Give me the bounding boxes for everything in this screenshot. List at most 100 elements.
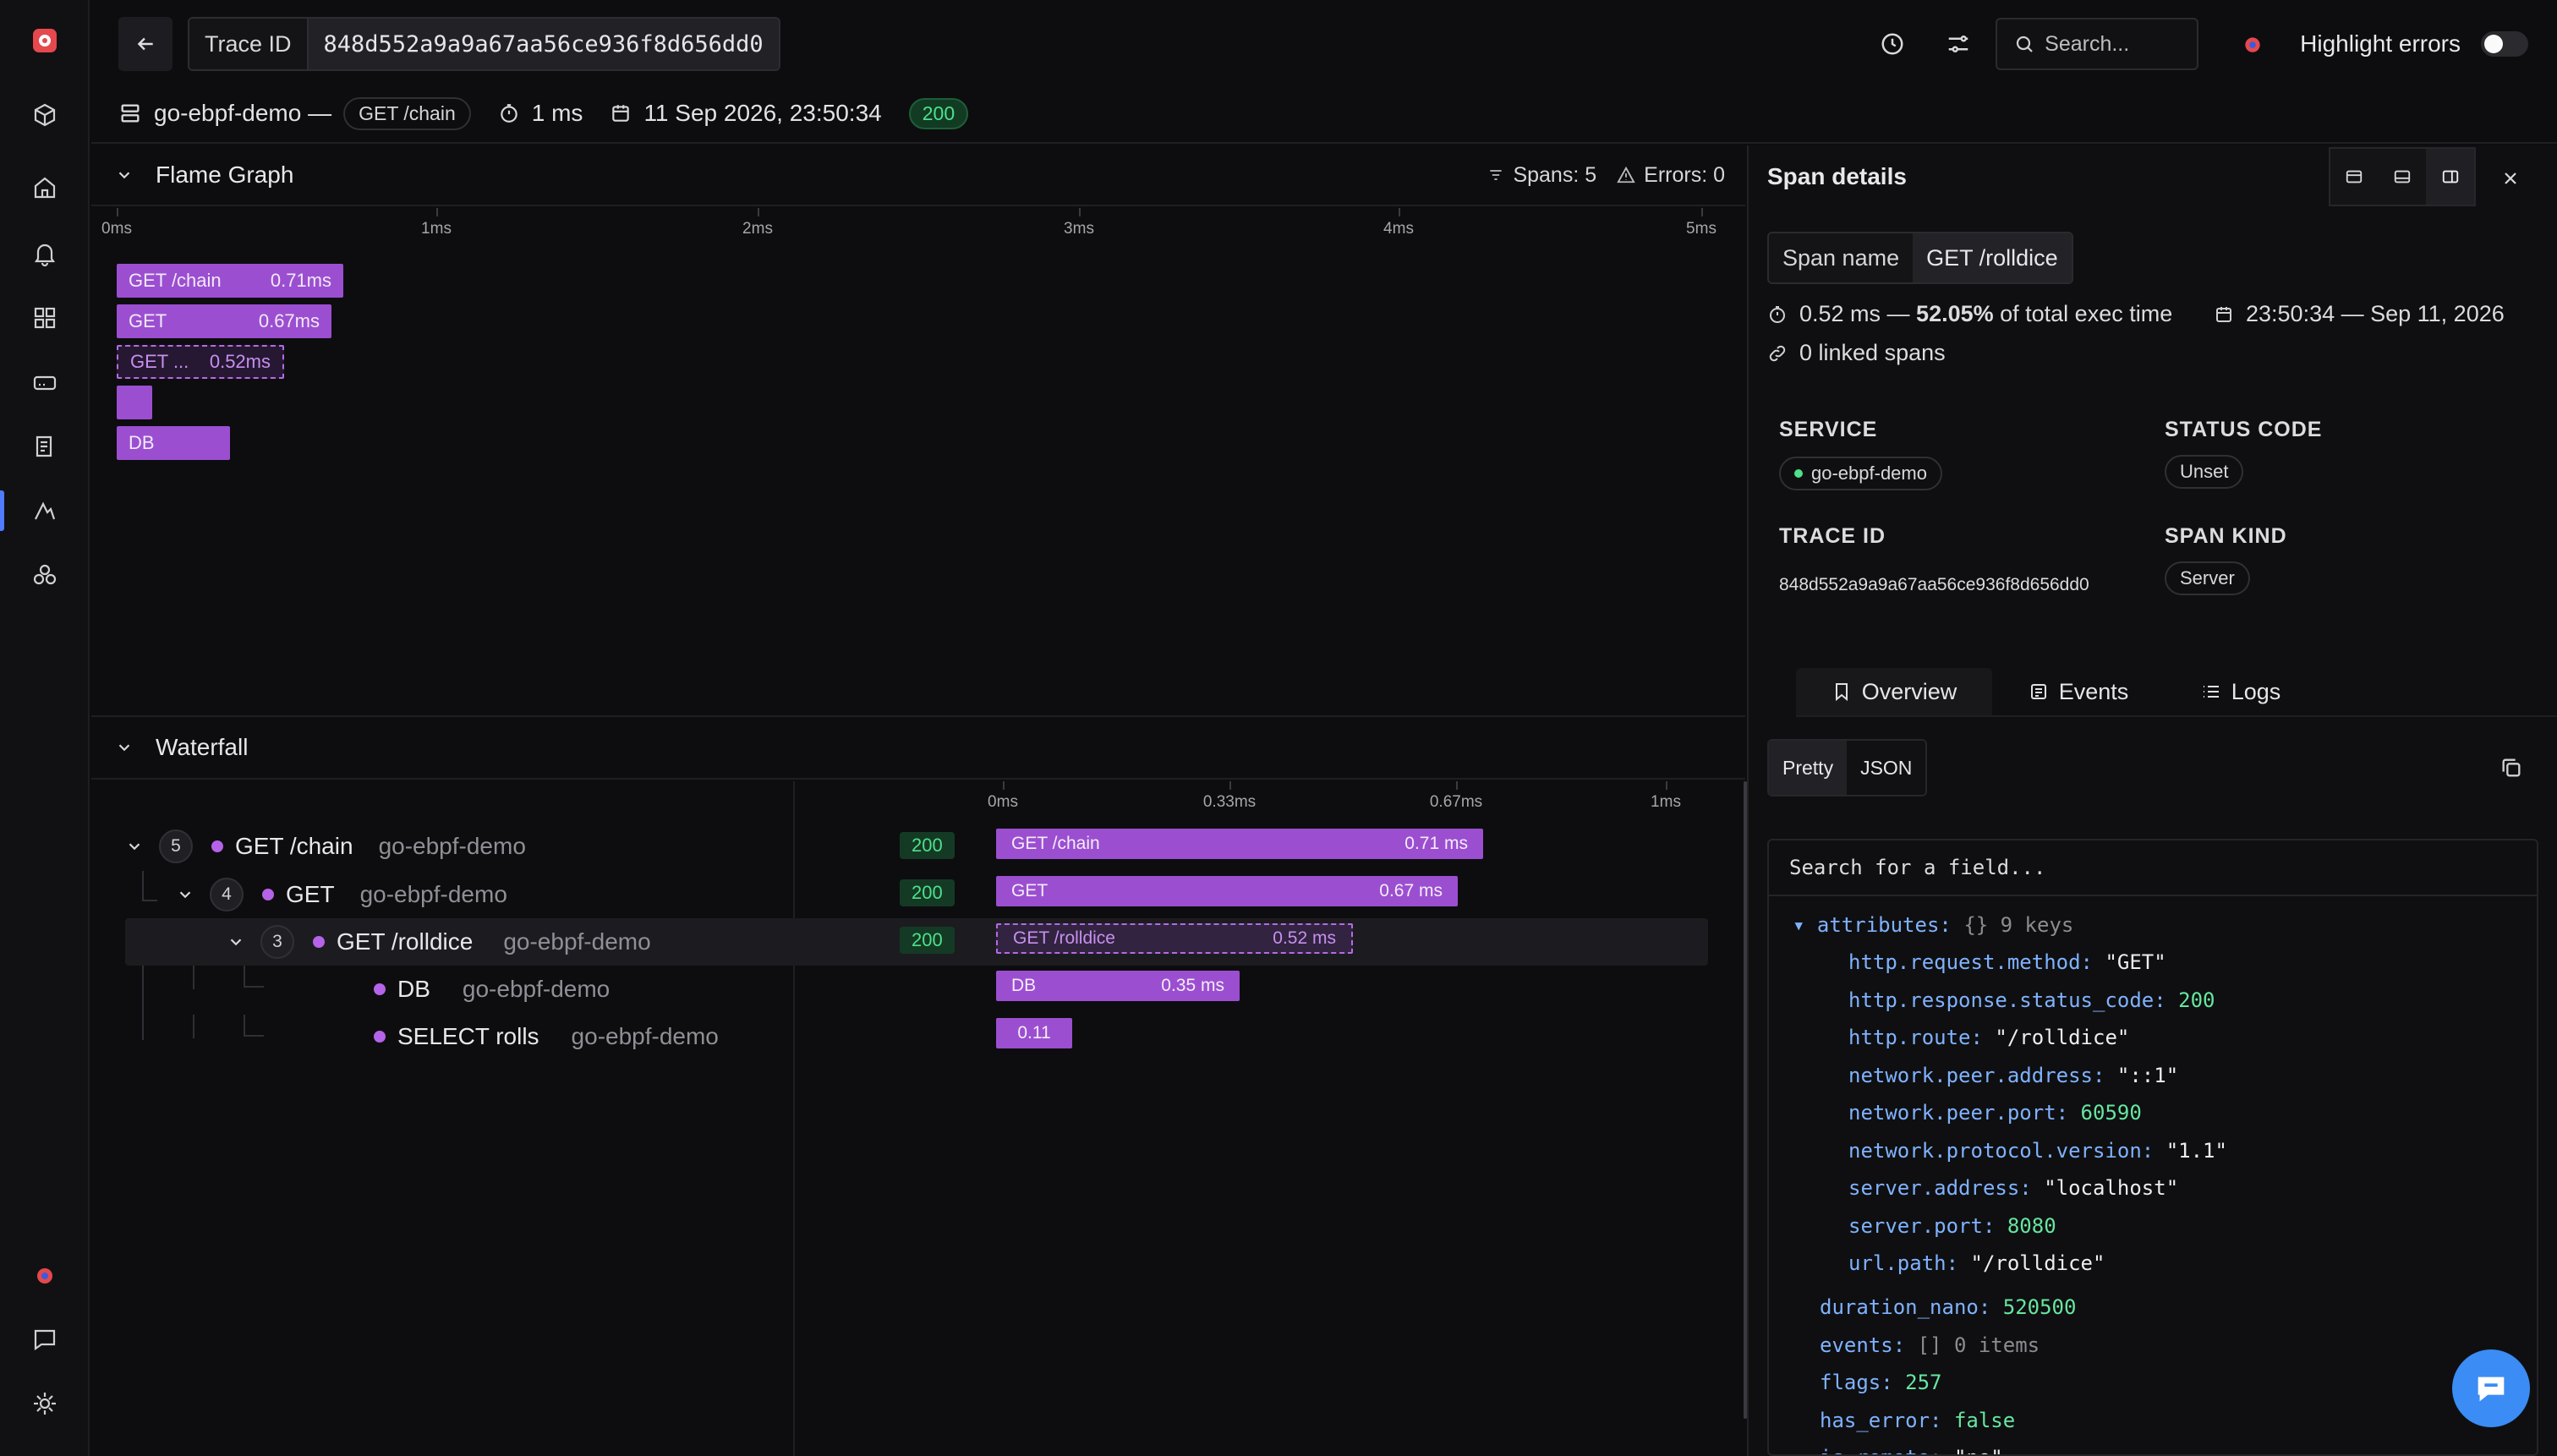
- search-placeholder: Search...: [2045, 31, 2130, 56]
- flame-bar[interactable]: [117, 386, 152, 419]
- field-search-input[interactable]: Search for a field...: [1769, 840, 2537, 896]
- waterfall-bar[interactable]: DB 0.35 ms: [996, 971, 1240, 1001]
- layout-right-icon[interactable]: [2426, 149, 2475, 205]
- waterfall-bar[interactable]: GET /chain 0.71 ms: [996, 829, 1483, 859]
- format-toggle: Pretty JSON: [1767, 739, 1928, 796]
- trace-meta: go-ebpf-demo — GET /chain 1 ms 11 Sep 20…: [118, 95, 969, 132]
- logs-icon[interactable]: [28, 430, 62, 463]
- tree-line: [142, 900, 157, 901]
- tab-overview-label: Overview: [1861, 678, 1957, 704]
- close-icon[interactable]: [2493, 161, 2528, 196]
- trace-duration: 1 ms: [531, 100, 583, 126]
- chevron-down-icon[interactable]: [176, 885, 194, 904]
- json-field-row[interactable]: has_error: false: [1820, 1409, 2015, 1432]
- json-attributes-row[interactable]: ▾ attributes: {} 9 keys: [1793, 913, 2073, 937]
- waterfall-bar[interactable]: 0.11: [996, 1018, 1072, 1048]
- span-name-label: Span name: [1769, 233, 1914, 282]
- json-attribute-row[interactable]: server.address: "localhost": [1848, 1176, 2178, 1200]
- trace-id-value[interactable]: 848d552a9a9a67aa56ce936f8d656dd0: [1779, 575, 2089, 595]
- chat-button[interactable]: [2452, 1349, 2530, 1427]
- tab-overview[interactable]: Overview: [1796, 668, 1992, 715]
- settings-gear-icon[interactable]: [28, 1387, 62, 1420]
- json-attribute-row[interactable]: network.peer.address: "::1": [1848, 1064, 2178, 1087]
- span-kind-label: SPAN KIND: [2165, 524, 2287, 548]
- trace-id-label: Trace ID: [189, 19, 309, 69]
- server-icon: [121, 104, 140, 123]
- service-dot: [313, 936, 325, 948]
- spans-count-text: Spans: 5: [1513, 162, 1597, 187]
- flame-tick: 2ms: [742, 220, 773, 238]
- calendar-icon: [612, 105, 630, 122]
- timeline-icon[interactable]: [1872, 24, 1913, 64]
- span-row[interactable]: SELECT rolls go-ebpf-demo: [374, 1013, 881, 1060]
- waterfall-header[interactable]: Waterfall: [91, 715, 1745, 780]
- json-attribute-row[interactable]: http.response.status_code: 200: [1848, 988, 2215, 1012]
- linked-spans[interactable]: 0 linked spans: [1767, 340, 1946, 366]
- chevron-down-icon[interactable]: [125, 837, 144, 856]
- stopwatch-icon: [501, 104, 517, 123]
- waterfall-tick: 1ms: [1651, 793, 1681, 811]
- highlight-errors-toggle[interactable]: [2481, 31, 2528, 57]
- chevron-down-icon[interactable]: [115, 738, 134, 757]
- span-service: go-ebpf-demo: [503, 928, 651, 955]
- json-field-row[interactable]: events: [] 0 items: [1820, 1333, 2040, 1357]
- tab-events[interactable]: Events: [1994, 668, 2163, 715]
- traces-icon[interactable]: [28, 494, 62, 528]
- span-row[interactable]: DB go-ebpf-demo: [374, 966, 881, 1013]
- home-icon[interactable]: [28, 171, 62, 205]
- integrations-icon[interactable]: [28, 558, 62, 592]
- search-input[interactable]: Search...: [1996, 18, 2199, 70]
- dashboards-icon[interactable]: [28, 301, 62, 335]
- trace-id-value[interactable]: 848d552a9a9a67aa56ce936f8d656dd0: [308, 19, 779, 69]
- sidebar: [0, 0, 90, 1456]
- child-count: 5: [159, 829, 193, 863]
- waterfall-axis: 0ms 0.33ms 0.67ms 1ms: [988, 781, 1681, 815]
- trace-id-box: Trace ID 848d552a9a9a67aa56ce936f8d656dd…: [188, 17, 780, 71]
- support-chat-icon[interactable]: [28, 1322, 62, 1356]
- tab-logs[interactable]: Logs: [2165, 668, 2317, 715]
- layout-bottom-icon[interactable]: [2379, 149, 2427, 205]
- infra-icon[interactable]: [28, 365, 62, 399]
- json-attribute-row[interactable]: http.route: "/rolldice": [1848, 1026, 2129, 1049]
- mascot-icon[interactable]: [28, 1258, 62, 1292]
- json-attribute-row[interactable]: http.request.method: "GET": [1848, 950, 2166, 974]
- flame-bar[interactable]: GET 0.67ms: [117, 304, 331, 338]
- waterfall-bar-selected[interactable]: GET /rolldice 0.52 ms: [996, 923, 1353, 954]
- json-attribute-row[interactable]: url.path: "/rolldice": [1848, 1251, 2105, 1275]
- flame-tick: 3ms: [1064, 220, 1094, 238]
- flame-bar-selected[interactable]: GET ... 0.52ms: [117, 345, 284, 379]
- flame-bar[interactable]: GET /chain 0.71ms: [117, 264, 343, 298]
- json-field-row[interactable]: duration_nano: 520500: [1820, 1295, 2076, 1319]
- format-json[interactable]: JSON: [1847, 741, 1926, 795]
- app-logo-icon[interactable]: [28, 24, 62, 57]
- chevron-down-icon[interactable]: [115, 166, 134, 184]
- waterfall-bar[interactable]: GET 0.67 ms: [996, 876, 1458, 906]
- service-dot: [262, 889, 274, 900]
- tree-line: [244, 1035, 264, 1037]
- json-attribute-row[interactable]: network.peer.port: 60590: [1848, 1101, 2142, 1125]
- span-name-value[interactable]: GET /rolldice: [1913, 233, 2072, 282]
- trace-header: Trace ID 848d552a9a9a67aa56ce936f8d656dd…: [91, 0, 2557, 144]
- layout-top-icon[interactable]: [2330, 149, 2379, 205]
- flame-bar[interactable]: DB: [117, 426, 230, 460]
- waterfall-tick: 0.67ms: [1429, 793, 1483, 811]
- filters-icon[interactable]: [1938, 24, 1979, 64]
- waterfall-tick: 0ms: [988, 793, 1018, 811]
- back-button[interactable]: [118, 17, 172, 71]
- flame-graph-title: Flame Graph: [156, 161, 294, 188]
- chevron-down-icon[interactable]: [227, 933, 245, 951]
- tree-line: [142, 871, 144, 901]
- json-field-row[interactable]: is_remote: "no": [1820, 1446, 2003, 1454]
- list-icon: [2203, 686, 2219, 698]
- alerts-icon[interactable]: [28, 237, 62, 271]
- package-icon[interactable]: [28, 98, 62, 132]
- json-attribute-row[interactable]: server.port: 8080: [1848, 1214, 2056, 1238]
- tree-line: [193, 966, 194, 989]
- flame-graph-header[interactable]: Flame Graph Spans: 5 Errors: 0: [91, 145, 1745, 206]
- span-service: go-ebpf-demo: [571, 1023, 719, 1049]
- highlight-errors-label: Highlight errors: [2300, 30, 2461, 57]
- json-attribute-row[interactable]: network.protocol.version: "1.1": [1848, 1139, 2227, 1163]
- json-field-row[interactable]: flags: 257: [1820, 1371, 1942, 1394]
- format-pretty[interactable]: Pretty: [1769, 741, 1848, 795]
- copy-icon[interactable]: [2500, 756, 2527, 783]
